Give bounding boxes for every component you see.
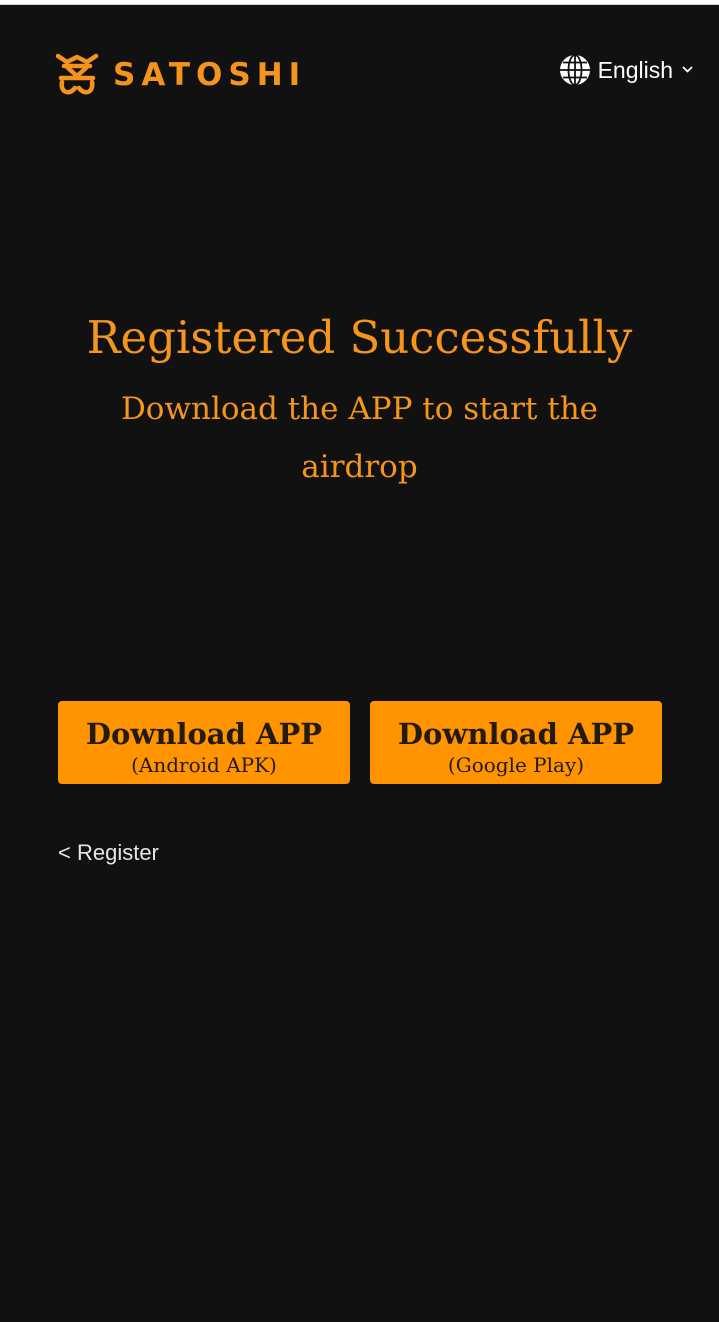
globe-icon: [559, 54, 590, 86]
button-title: Download APP: [85, 717, 323, 751]
download-android-apk-button[interactable]: Download APP (Android APK): [58, 701, 350, 784]
top-border: [0, 0, 719, 5]
page-subtitle: Download the APP to start the airdrop: [120, 391, 599, 485]
satoshi-mark-icon: [55, 53, 99, 95]
download-google-play-button[interactable]: Download APP (Google Play): [370, 701, 662, 784]
satoshi-logo[interactable]: SATOSHI: [55, 52, 306, 98]
button-title: Download APP: [397, 717, 635, 751]
button-subtitle: (Google Play): [447, 753, 585, 777]
chevron-down-icon: [682, 66, 693, 73]
language-label: English: [597, 56, 673, 83]
language-selector[interactable]: English: [559, 52, 693, 88]
brand-name: SATOSHI: [113, 57, 307, 93]
button-subtitle: (Android APK): [131, 753, 277, 777]
back-to-register-link[interactable]: < Register: [58, 838, 159, 868]
page-title: Registered Successfully: [86, 311, 633, 364]
